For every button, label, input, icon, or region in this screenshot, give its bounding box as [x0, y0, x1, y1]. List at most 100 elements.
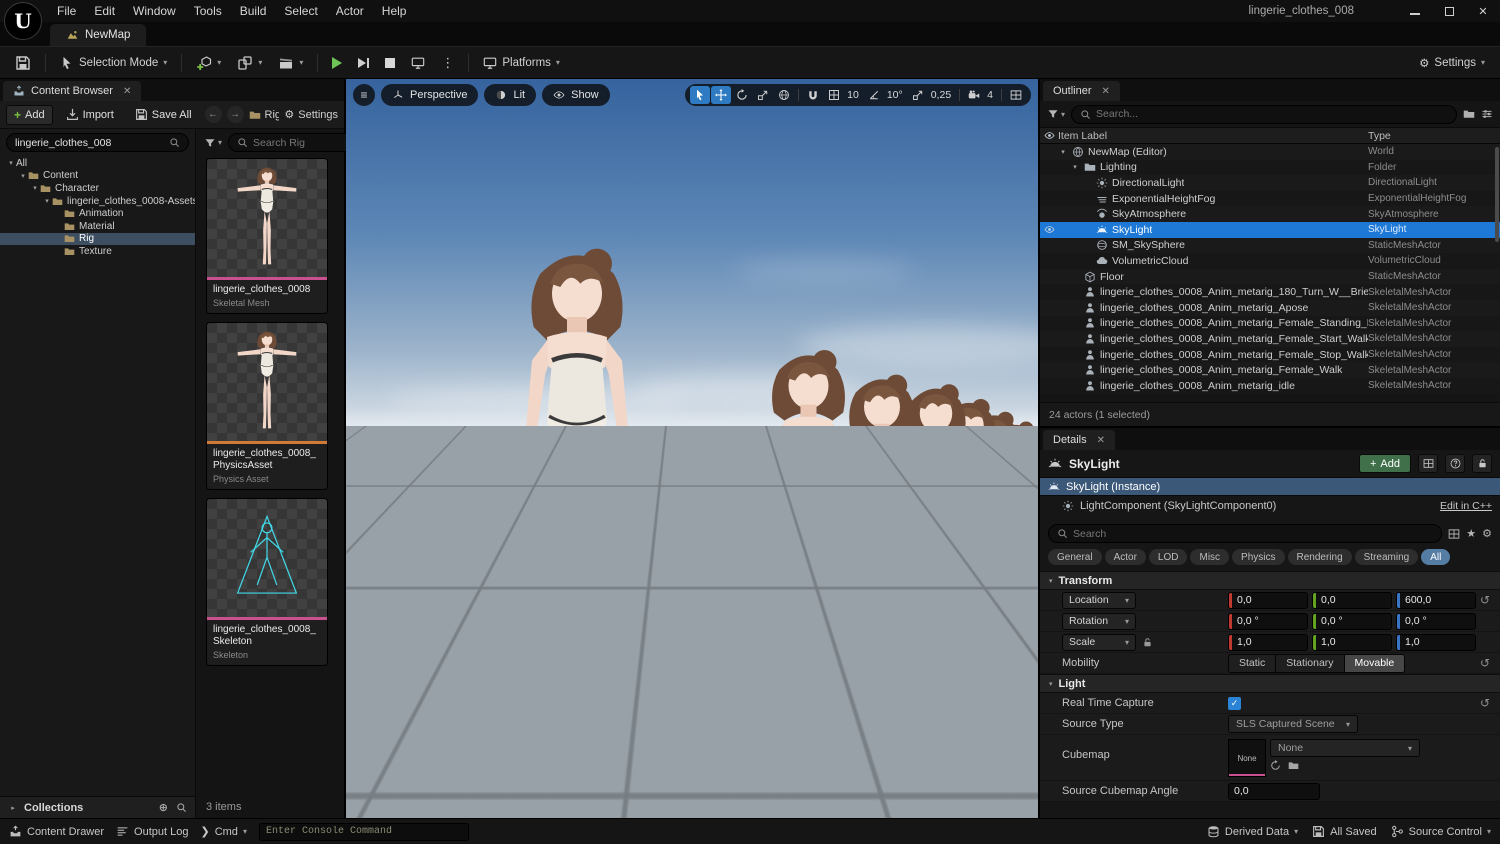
- main-character-figure[interactable]: [477, 247, 677, 747]
- details-tab-general[interactable]: General: [1048, 549, 1102, 565]
- close-icon[interactable]: ✕: [1102, 86, 1110, 97]
- display-options-icon[interactable]: [1448, 528, 1460, 540]
- details-search-input[interactable]: [1073, 528, 1433, 540]
- asset-tile-skeleton[interactable]: lingerie_clothes_0008_Skeleton Skeleton: [206, 498, 328, 666]
- cubemap-dropdown[interactable]: None▾: [1270, 739, 1420, 757]
- save-all-button[interactable]: Save All: [127, 105, 200, 125]
- tab-details[interactable]: Details ✕: [1043, 430, 1115, 450]
- outliner-row-lingerie-clothes-0008-anim-metarig-female-standing-po[interactable]: lingerie_clothes_0008_Anim_metarig_Femal…: [1040, 316, 1500, 332]
- real-time-capture-checkbox[interactable]: ✓: [1228, 697, 1241, 710]
- tab-newmap[interactable]: NewMap: [50, 24, 146, 46]
- menu-edit[interactable]: Edit: [85, 0, 124, 22]
- tree-item-material[interactable]: Material: [0, 220, 195, 233]
- camera-speed-value[interactable]: 4: [985, 89, 997, 101]
- outliner-settings-icon[interactable]: [1481, 108, 1493, 120]
- column-item-label[interactable]: Item Label: [1058, 130, 1368, 142]
- browse-to-asset-icon[interactable]: [1288, 760, 1299, 771]
- details-tab-rendering[interactable]: Rendering: [1288, 549, 1352, 565]
- tree-item-character[interactable]: ▾Character: [0, 182, 195, 195]
- reset-to-default-icon[interactable]: ↺: [1476, 593, 1494, 607]
- play-button[interactable]: [325, 51, 349, 75]
- scale-x-field[interactable]: 1,0: [1228, 634, 1308, 651]
- outliner-row-lingerie-clothes-0008-anim-metarig-female-start-walkin[interactable]: lingerie_clothes_0008_Anim_metarig_Femal…: [1040, 331, 1500, 347]
- outliner-search-field[interactable]: [1071, 105, 1457, 124]
- outliner-row-lighting[interactable]: ▾LightingFolder: [1040, 160, 1500, 176]
- menu-select[interactable]: Select: [275, 0, 326, 22]
- blueprints-button[interactable]: ▾: [230, 51, 269, 75]
- stop-button[interactable]: [378, 51, 402, 75]
- details-tab-streaming[interactable]: Streaming: [1355, 549, 1419, 565]
- output-log-button[interactable]: Output Log: [116, 825, 188, 838]
- forward-button[interactable]: →: [227, 106, 244, 123]
- details-settings-gear-icon[interactable]: ⚙: [1482, 527, 1492, 540]
- frame-skip-button[interactable]: [351, 51, 376, 75]
- tab-outliner[interactable]: Outliner ✕: [1043, 81, 1120, 101]
- property-matrix-button[interactable]: [1418, 454, 1438, 473]
- outliner-row-exponentialheightfog[interactable]: ExponentialHeightFogExponentialHeightFog: [1040, 191, 1500, 207]
- settings-dropdown[interactable]: ⚙ Settings ▾: [1412, 51, 1492, 75]
- scrollbar-thumb[interactable]: [1495, 147, 1499, 242]
- console-command-input[interactable]: [259, 823, 469, 841]
- multiplayer-options-button[interactable]: [404, 51, 432, 75]
- close-icon[interactable]: ✕: [1097, 435, 1105, 446]
- mobility-option-movable[interactable]: Movable: [1345, 655, 1405, 672]
- source-control-button[interactable]: Source Control ▾: [1391, 825, 1491, 838]
- menu-tools[interactable]: Tools: [185, 0, 231, 22]
- content-browser-settings-button[interactable]: ⚙ Settings: [284, 108, 338, 121]
- scale-z-field[interactable]: 1,0: [1396, 634, 1476, 651]
- maximize-viewport-button[interactable]: [1006, 86, 1026, 104]
- lock-button[interactable]: [1472, 454, 1492, 473]
- outliner-row-sm-skysphere[interactable]: SM_SkySphereStaticMeshActor: [1040, 238, 1500, 254]
- menu-actor[interactable]: Actor: [327, 0, 373, 22]
- menu-window[interactable]: Window: [124, 0, 185, 22]
- rotation-dropdown[interactable]: Rotation▾: [1062, 613, 1136, 630]
- reset-to-default-icon[interactable]: ↺: [1476, 696, 1494, 710]
- source-cubemap-angle-field[interactable]: 0,0: [1228, 783, 1320, 800]
- cubemap-thumbnail[interactable]: None: [1228, 739, 1266, 777]
- details-tab-physics[interactable]: Physics: [1232, 549, 1284, 565]
- play-options-kebab-button[interactable]: ⋮: [434, 51, 461, 75]
- visibility-column-eye-icon[interactable]: [1040, 130, 1058, 141]
- menu-help[interactable]: Help: [373, 0, 416, 22]
- character-figure[interactable]: [715, 346, 902, 746]
- scale-lock-icon[interactable]: [1142, 637, 1153, 648]
- tree-item-content[interactable]: ▾Content: [0, 170, 195, 183]
- outliner-row-floor[interactable]: FloorStaticMeshActor: [1040, 269, 1500, 285]
- section-transform[interactable]: ▾ Transform: [1040, 571, 1500, 590]
- tree-item-all[interactable]: ▾All: [0, 157, 195, 170]
- move-tool-button[interactable]: [711, 86, 731, 104]
- world-local-toggle-button[interactable]: [774, 86, 794, 104]
- outliner-row-lingerie-clothes-0008-anim-metarig-idle[interactable]: lingerie_clothes_0008_Anim_metarig_idleS…: [1040, 378, 1500, 394]
- viewport-show-dropdown[interactable]: Show: [542, 84, 610, 106]
- tree-item-animation[interactable]: Animation: [0, 207, 195, 220]
- save-button[interactable]: [8, 51, 38, 75]
- use-selected-asset-icon[interactable]: [1270, 760, 1281, 771]
- content-drawer-button[interactable]: Content Drawer: [9, 825, 104, 838]
- rotation-y-field[interactable]: 0,0 °: [1312, 613, 1392, 630]
- outliner-row-volumetriccloud[interactable]: VolumetricCloudVolumetricCloud: [1040, 253, 1500, 269]
- rotation-x-field[interactable]: 0,0 °: [1228, 613, 1308, 630]
- back-button[interactable]: ←: [205, 106, 222, 123]
- location-dropdown[interactable]: Location▾: [1062, 592, 1136, 609]
- scale-dropdown[interactable]: Scale▾: [1062, 634, 1136, 651]
- help-button[interactable]: [1445, 454, 1465, 473]
- scale-y-field[interactable]: 1,0: [1312, 634, 1392, 651]
- grid-snap-value[interactable]: 10: [845, 89, 863, 101]
- location-z-field[interactable]: 600,0: [1396, 592, 1476, 609]
- visibility-eye-icon[interactable]: [1040, 224, 1058, 235]
- viewport-lit-dropdown[interactable]: Lit: [484, 84, 536, 106]
- component-row-skylight-instance[interactable]: SkyLight (Instance): [1040, 477, 1500, 496]
- scale-snap-button[interactable]: [908, 86, 928, 104]
- scale-snap-value[interactable]: 0,25: [929, 89, 955, 101]
- edit-in-cpp-link[interactable]: Edit in C++: [1440, 500, 1492, 512]
- details-tab-actor[interactable]: Actor: [1105, 549, 1146, 565]
- outliner-row-lingerie-clothes-0008-anim-metarig-female-stop-walking[interactable]: lingerie_clothes_0008_Anim_metarig_Femal…: [1040, 347, 1500, 363]
- rotation-snap-button[interactable]: [864, 86, 884, 104]
- collections-bar[interactable]: ▸ Collections ⊕: [0, 796, 195, 818]
- outliner-row-skyatmosphere[interactable]: SkyAtmosphereSkyAtmosphere: [1040, 206, 1500, 222]
- scale-tool-button[interactable]: [753, 86, 773, 104]
- outliner-filter-button[interactable]: ▾: [1047, 108, 1065, 120]
- maximize-button[interactable]: [1432, 0, 1466, 22]
- rotation-z-field[interactable]: 0,0 °: [1396, 613, 1476, 630]
- surface-snap-button[interactable]: [803, 86, 823, 104]
